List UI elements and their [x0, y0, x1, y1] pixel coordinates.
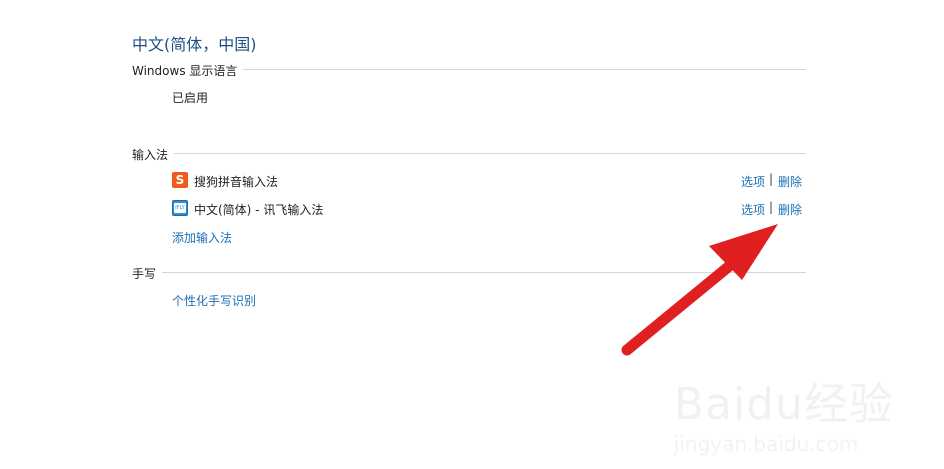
watermark-brand: Baidu经验	[673, 379, 894, 430]
arrow-shaft	[621, 248, 750, 356]
watermark-domain: jingyan.baidu.com	[673, 432, 859, 456]
baidu-watermark: Baidu经验 jingyan.baidu.com	[674, 368, 894, 456]
